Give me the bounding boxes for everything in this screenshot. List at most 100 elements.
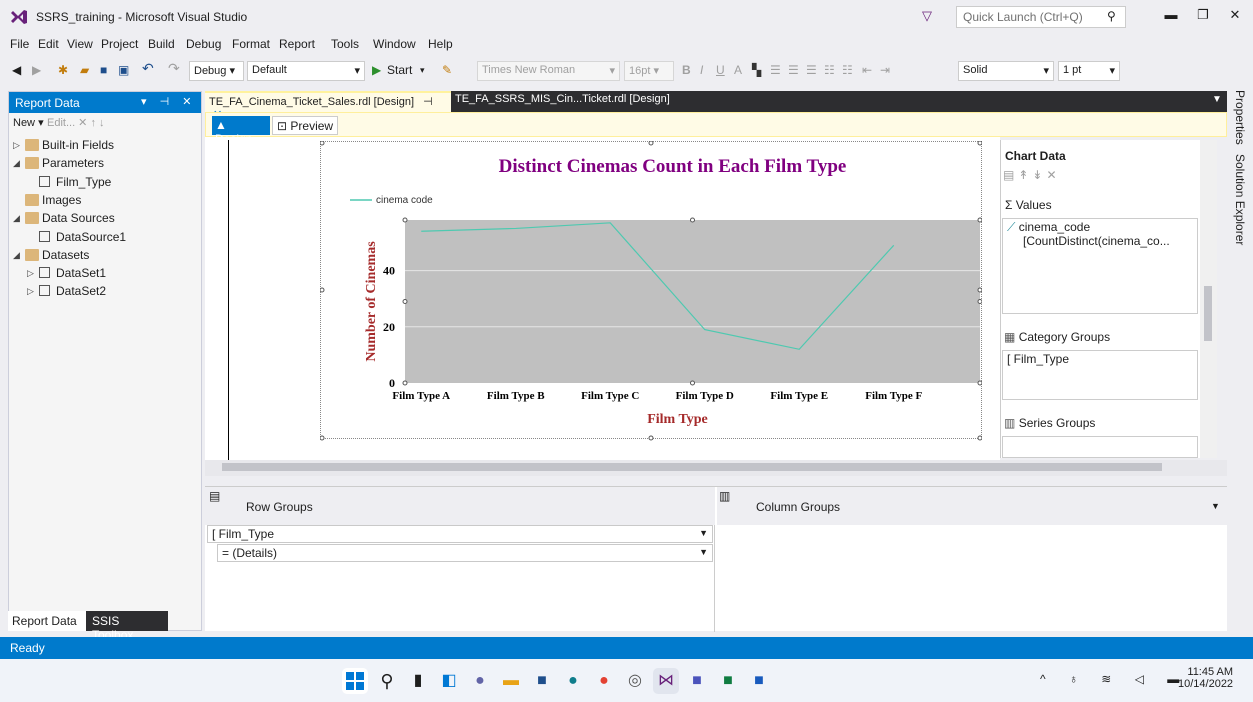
- search-taskbar-icon[interactable]: ⚲: [374, 668, 400, 694]
- edge-icon[interactable]: ●: [560, 668, 586, 694]
- italic-button[interactable]: I: [700, 63, 703, 77]
- hot-reload-icon[interactable]: ✎: [442, 63, 452, 77]
- start-icon[interactable]: ▶: [372, 63, 381, 77]
- expand-arrow-icon[interactable]: ▷: [27, 286, 34, 297]
- new-project-icon[interactable]: ✱: [58, 63, 68, 77]
- forward-icon[interactable]: ▶: [32, 63, 41, 77]
- value-expression[interactable]: [CountDistinct(cinema_co...: [1023, 234, 1170, 248]
- numbering-icon[interactable]: ☷: [842, 63, 853, 77]
- minimize-button[interactable]: ▬: [1160, 7, 1182, 22]
- start-button[interactable]: Start: [387, 63, 412, 77]
- solution-explorer-tab[interactable]: Solution Explorer: [1233, 154, 1247, 245]
- menu-report[interactable]: Report: [279, 37, 315, 51]
- design-tab[interactable]: ▲ Design: [212, 116, 270, 146]
- expand-arrow-icon[interactable]: ▷: [27, 268, 34, 279]
- tree-item-datasets[interactable]: ◢ Datasets: [9, 247, 199, 265]
- border-style-select[interactable]: Solid ▾: [958, 61, 1054, 81]
- undo-icon[interactable]: ↶: [142, 60, 154, 77]
- border-width-select[interactable]: 1 pt ▾: [1058, 61, 1120, 81]
- hscroll-thumb[interactable]: [222, 463, 1162, 471]
- menu-view[interactable]: View: [67, 37, 93, 51]
- values-box[interactable]: ⟋ cinema_code [CountDistinct(cinema_co..…: [1002, 218, 1198, 314]
- tab-mis-cinema-ticket[interactable]: TE_FA_SSRS_MIS_Cin...Ticket.rdl [Design]: [455, 93, 670, 105]
- clock[interactable]: 11:45 AM 10/14/2022: [1178, 666, 1233, 690]
- series-groups-box[interactable]: [1002, 436, 1198, 458]
- filter-icon[interactable]: ▽: [922, 8, 932, 24]
- collapse-arrow-icon[interactable]: ◢: [13, 250, 20, 261]
- excel-icon[interactable]: ■: [715, 668, 741, 694]
- back-icon[interactable]: ◀: [12, 63, 21, 77]
- menu-format[interactable]: Format: [232, 37, 270, 51]
- decrease-indent-icon[interactable]: ⇤: [862, 63, 872, 77]
- restore-button[interactable]: ❐: [1192, 7, 1214, 23]
- menu-project[interactable]: Project: [101, 37, 138, 51]
- menu-build[interactable]: Build: [148, 37, 175, 51]
- panel-pin-close-icons[interactable]: ▾ ⊣ ✕: [141, 95, 196, 108]
- open-icon[interactable]: ▰: [80, 63, 89, 77]
- tab-overflow-icon[interactable]: ▼: [1212, 94, 1222, 105]
- expand-arrow-icon[interactable]: ▷: [13, 140, 20, 151]
- start-dropdown-icon[interactable]: ▾: [420, 65, 425, 76]
- solution-config-select[interactable]: Debug ▾: [189, 61, 244, 81]
- fill-color-icon[interactable]: ▚: [752, 63, 761, 77]
- tab-ssis-toolbox[interactable]: SSIS Toolbox: [86, 611, 168, 642]
- pin-icon[interactable]: ⊣: [423, 96, 433, 108]
- dropdown-icon[interactable]: ▼: [699, 528, 708, 538]
- bullets-icon[interactable]: ☷: [824, 63, 835, 77]
- menu-debug[interactable]: Debug: [186, 37, 221, 51]
- start-menu-icon[interactable]: [342, 668, 368, 694]
- menu-file[interactable]: File: [10, 37, 29, 51]
- tab-cinema-ticket-sales[interactable]: TE_FA_Cinema_Ticket_Sales.rdl [Design] ⊣…: [205, 91, 451, 121]
- edit-button[interactable]: Edit... ✕ ↑ ↓: [47, 116, 105, 129]
- row-group-details[interactable]: = (Details) ▼: [217, 544, 713, 562]
- new-menu-button[interactable]: New ▾: [13, 116, 44, 129]
- menu-help[interactable]: Help: [428, 37, 453, 51]
- column-groups-dropdown-icon[interactable]: ▼: [1211, 501, 1220, 511]
- font-name-select[interactable]: Times New Roman ▾: [477, 61, 620, 81]
- row-group-film-type[interactable]: [ Film_Type ▼: [207, 525, 713, 543]
- menu-edit[interactable]: Edit: [38, 37, 59, 51]
- menu-tools[interactable]: Tools: [331, 37, 359, 51]
- preview-tab[interactable]: ⊡ Preview: [272, 116, 339, 135]
- platform-select[interactable]: Default ▾: [247, 61, 365, 81]
- category-groups-box[interactable]: [ Film_Type: [1002, 350, 1198, 400]
- increase-indent-icon[interactable]: ⇥: [880, 63, 890, 77]
- tree-item-datasource1[interactable]: DataSource1: [9, 229, 199, 247]
- line-chart[interactable]: Distinct Cinemas Count in Each Film Type…: [320, 141, 982, 441]
- save-all-icon[interactable]: ▣: [118, 63, 129, 77]
- properties-tab[interactable]: Properties: [1233, 90, 1247, 145]
- chart-data-toolbar-icons[interactable]: ▤↟↡✕: [1003, 168, 1061, 182]
- teams-icon[interactable]: ■: [684, 668, 710, 694]
- tree-item-dataset1[interactable]: ▷ DataSet1: [9, 265, 199, 283]
- app-icon[interactable]: ◎: [622, 668, 648, 694]
- collapse-arrow-icon[interactable]: ◢: [13, 213, 20, 224]
- value-field-row[interactable]: ⟋ cinema_code: [1007, 220, 1090, 235]
- chat-icon[interactable]: ●: [467, 668, 493, 694]
- bold-button[interactable]: B: [682, 63, 691, 77]
- tree-item-dataset2[interactable]: ▷ DataSet2: [9, 283, 199, 301]
- save-icon[interactable]: ■: [100, 63, 107, 77]
- file-explorer-icon[interactable]: ▬: [498, 668, 524, 694]
- widgets-icon[interactable]: ◧: [436, 668, 462, 694]
- tree-item-data-sources[interactable]: ◢ Data Sources: [9, 210, 199, 228]
- menu-window[interactable]: Window: [373, 37, 416, 51]
- tree-item-film-type[interactable]: Film_Type: [9, 174, 199, 192]
- tab-report-data[interactable]: Report Data: [8, 611, 86, 631]
- close-button[interactable]: ✕: [1224, 7, 1246, 23]
- align-left-icon[interactable]: ☰: [770, 63, 781, 77]
- system-tray-icons[interactable]: ^ ♁ ≋ ◁ ▬: [1040, 672, 1189, 686]
- word-icon[interactable]: ■: [746, 668, 772, 694]
- tree-item-images[interactable]: Images: [9, 192, 199, 210]
- collapse-arrow-icon[interactable]: ◢: [13, 158, 20, 169]
- underline-button[interactable]: U: [716, 63, 725, 77]
- align-center-icon[interactable]: ☰: [788, 63, 799, 77]
- font-color-icon[interactable]: A: [734, 63, 742, 77]
- tree-item-built-in-fields[interactable]: ▷ Built-in Fields: [9, 137, 199, 155]
- task-view-icon[interactable]: ▮: [405, 668, 431, 694]
- chrome-icon[interactable]: ●: [591, 668, 617, 694]
- visual-studio-taskbar-icon[interactable]: ⋈: [653, 668, 679, 694]
- align-right-icon[interactable]: ☰: [806, 63, 817, 77]
- font-size-select[interactable]: 16pt ▾: [624, 61, 674, 81]
- tree-item-parameters[interactable]: ◢ Parameters: [9, 155, 199, 173]
- quick-launch-input[interactable]: Quick Launch (Ctrl+Q) ⚲: [956, 6, 1126, 28]
